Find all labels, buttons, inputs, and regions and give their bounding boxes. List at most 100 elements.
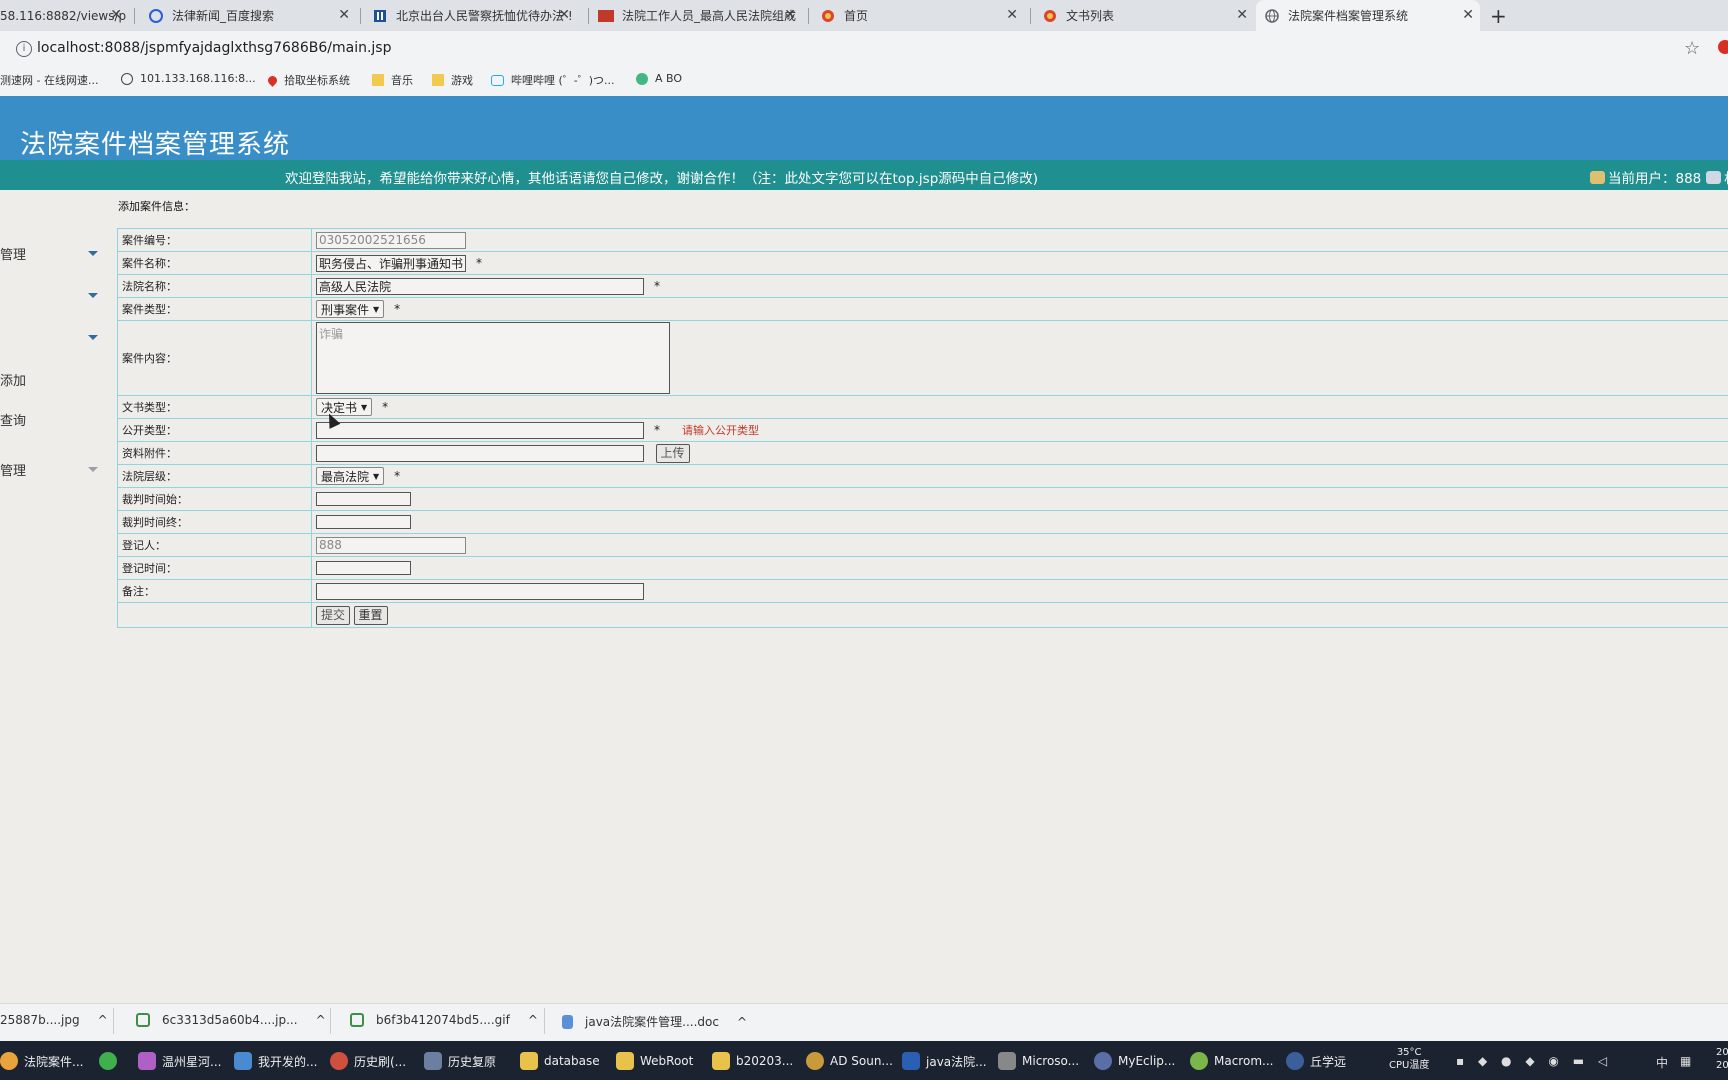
close-icon[interactable]: ✕: [558, 7, 570, 23]
taskbar-item[interactable]: 温州星河...: [138, 1052, 221, 1070]
ime-indicator[interactable]: 中: [1656, 1054, 1668, 1071]
bookmark-label: A BO: [655, 72, 683, 85]
browser-tab-3[interactable]: 北京出台人民警察抚恤优待办法 ! ✕: [364, 0, 576, 31]
court-name-input[interactable]: [316, 277, 644, 295]
taskbar-item[interactable]: 历史刷(...: [330, 1052, 406, 1070]
attachment-input[interactable]: [316, 444, 644, 462]
download-item[interactable]: 6c3313d5a60b4....jp... ^: [136, 1013, 326, 1027]
chevron-down-icon[interactable]: [88, 251, 98, 256]
system-clock[interactable]: 20 20: [1716, 1046, 1728, 1072]
keyboard-icon[interactable]: ▦: [1680, 1054, 1691, 1068]
app-tray-icon[interactable]: ▬: [1573, 1054, 1584, 1068]
close-icon[interactable]: ✕: [110, 7, 122, 23]
close-icon[interactable]: ✕: [338, 7, 350, 23]
sidebar-item-query[interactable]: 查询: [0, 410, 26, 429]
submit-button[interactable]: 提交: [316, 605, 351, 625]
chevron-up-icon[interactable]: ^: [528, 1013, 538, 1027]
sidebar-menu-manage-2[interactable]: 管理: [0, 460, 26, 479]
bookmark-item[interactable]: 测速网 - 在线网速...: [0, 72, 98, 88]
case-content-textarea[interactable]: 诈骗: [316, 322, 670, 394]
taskbar-item[interactable]: [99, 1052, 123, 1070]
public-type-input[interactable]: [316, 421, 644, 439]
download-item[interactable]: java法院案件管理....doc ^: [562, 1013, 747, 1030]
registrar-input[interactable]: [316, 536, 466, 554]
network-icon[interactable]: ▪: [1456, 1054, 1464, 1068]
chevron-down-icon[interactable]: [88, 467, 98, 472]
bookmark-label: 101.133.168.116:8...: [140, 72, 256, 85]
trial-end-input[interactable]: [316, 515, 411, 529]
case-name-input[interactable]: [316, 254, 466, 272]
app-tray-icon[interactable]: ◆: [1525, 1054, 1534, 1068]
taskbar-item[interactable]: 历史复原: [424, 1052, 496, 1070]
close-icon[interactable]: ✕: [784, 7, 796, 23]
volume-icon[interactable]: ◁: [1598, 1054, 1607, 1068]
bookmark-item[interactable]: 音乐: [372, 72, 413, 88]
close-icon[interactable]: ✕: [1462, 7, 1474, 23]
remark-input[interactable]: [316, 582, 644, 600]
image-file-icon: [350, 1013, 364, 1027]
close-icon[interactable]: ✕: [1236, 7, 1248, 23]
app-tray-icon[interactable]: ◉: [1548, 1054, 1558, 1068]
chevron-up-icon[interactable]: ^: [316, 1013, 326, 1027]
dropdown-arrow-icon: ▼: [361, 402, 368, 412]
taskbar-label: 我开发的...: [258, 1054, 318, 1069]
upload-button[interactable]: 上传: [655, 443, 690, 463]
chevron-up-icon[interactable]: ^: [98, 1013, 108, 1027]
bookmark-item[interactable]: 哔哩哔哩 (゜-゜)つ...: [491, 72, 615, 88]
chevron-down-icon[interactable]: [88, 335, 98, 340]
taskbar-item[interactable]: MyEclip...: [1094, 1052, 1175, 1070]
case-type-select[interactable]: 刑事案件 ▼: [316, 300, 385, 318]
browser-tab-active[interactable]: 法院案件档案管理系统 ✕: [1256, 0, 1480, 31]
bookmark-item[interactable]: 101.133.168.116:8...: [121, 72, 256, 85]
taskbar-item[interactable]: Macrom...: [1190, 1052, 1273, 1070]
download-item[interactable]: b6f3b412074bd5....gif ^: [350, 1013, 538, 1027]
trial-start-input[interactable]: [316, 492, 411, 506]
taskbar-item[interactable]: 法院案件...: [0, 1052, 83, 1070]
taskbar-item[interactable]: b20203...: [712, 1052, 793, 1070]
sidebar-item-add[interactable]: 添加: [0, 370, 26, 389]
close-icon[interactable]: ✕: [1006, 7, 1018, 23]
taskbar-item[interactable]: 我开发的...: [234, 1052, 317, 1070]
required-mark: *: [476, 256, 482, 270]
app-icon: [234, 1052, 252, 1070]
taskbar-item[interactable]: database: [520, 1052, 600, 1070]
download-item[interactable]: 25887b....jpg ^: [0, 1013, 108, 1027]
image-file-icon: [136, 1013, 150, 1027]
taskbar-item[interactable]: java法院...: [902, 1052, 987, 1070]
new-tab-button[interactable]: +: [1490, 4, 1507, 28]
url-field[interactable]: localhost:8088/jspmfyajdaglxthsg7686B6/m…: [37, 40, 391, 56]
browser-tab-5[interactable]: 首页 ✕: [812, 0, 1024, 31]
browser-tab-4[interactable]: 法院工作人员_最高人民法院组成 ✕: [590, 0, 802, 31]
app-tray-icon[interactable]: ●: [1501, 1054, 1511, 1068]
tab-divider: [808, 8, 809, 24]
clock-date: 20: [1716, 1060, 1728, 1071]
case-no-input[interactable]: [316, 231, 466, 249]
globe-icon: [1264, 8, 1280, 24]
extension-icon[interactable]: [1718, 40, 1728, 54]
doc-type-select[interactable]: 决定书 ▼: [316, 398, 373, 416]
chevron-down-icon[interactable]: [88, 293, 98, 298]
tray-icons[interactable]: ▪ ◆ ● ◆ ◉ ▬ ◁: [1456, 1054, 1607, 1068]
bookmark-item[interactable]: 拾取坐标系统: [266, 72, 350, 88]
taskbar-item[interactable]: AD Soun...: [806, 1052, 893, 1070]
register-time-input[interactable]: [316, 561, 411, 575]
taskbar-item[interactable]: 丘学远: [1286, 1052, 1346, 1070]
browser-icon: [99, 1052, 117, 1070]
app-tray-icon[interactable]: ◆: [1478, 1054, 1487, 1068]
reset-button[interactable]: 重置: [353, 605, 388, 625]
browser-tab-1[interactable]: 58.116:8882/views/p ✕: [0, 0, 128, 31]
bookmark-item[interactable]: A BO: [636, 72, 682, 85]
taskbar-item[interactable]: WebRoot: [616, 1052, 693, 1070]
chevron-up-icon[interactable]: ^: [737, 1015, 747, 1029]
browser-tab-2[interactable]: 法律新闻_百度搜索 ✕: [140, 0, 356, 31]
browser-tab-6[interactable]: 文书列表 ✕: [1034, 0, 1254, 31]
court-level-select[interactable]: 最高法院 ▼: [316, 467, 385, 485]
bookmark-star-icon[interactable]: ☆: [1684, 38, 1700, 59]
sidebar-menu-manage-1[interactable]: 管理: [0, 244, 26, 263]
folder-icon: [432, 74, 444, 86]
taskbar-label: b20203...: [736, 1054, 794, 1068]
taskbar-item[interactable]: Microso...: [998, 1052, 1079, 1070]
site-info-icon[interactable]: i: [16, 41, 32, 57]
bookmark-item[interactable]: 游戏: [432, 72, 473, 88]
permission-label[interactable]: 权: [1724, 167, 1728, 187]
